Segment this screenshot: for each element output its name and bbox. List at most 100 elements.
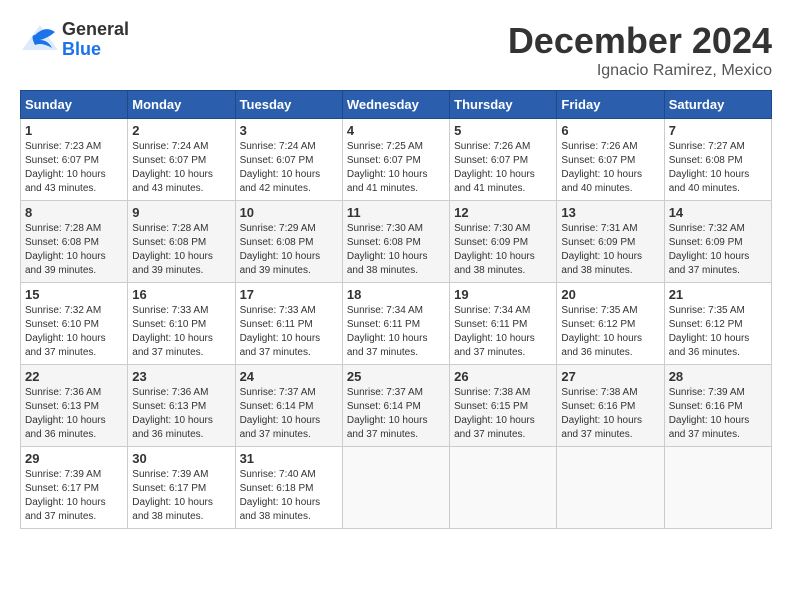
weekday-header-sunday: Sunday xyxy=(21,91,128,119)
day-number: 7 xyxy=(669,123,767,138)
day-number: 22 xyxy=(25,369,123,384)
calendar-cell: 1Sunrise: 7:23 AM Sunset: 6:07 PM Daylig… xyxy=(21,119,128,201)
day-number: 10 xyxy=(240,205,338,220)
day-number: 29 xyxy=(25,451,123,466)
day-info: Sunrise: 7:37 AM Sunset: 6:14 PM Dayligh… xyxy=(347,386,445,442)
day-info: Sunrise: 7:32 AM Sunset: 6:10 PM Dayligh… xyxy=(25,304,123,360)
day-info: Sunrise: 7:33 AM Sunset: 6:11 PM Dayligh… xyxy=(240,304,338,360)
month-title: December 2024 xyxy=(508,20,772,62)
calendar-cell: 24 Sunrise: 7:37 AM Sunset: 6:14 PM Dayli… xyxy=(235,365,342,447)
calendar-table: SundayMondayTuesdayWednesdayThursdayFrid… xyxy=(20,90,772,529)
day-info: Sunrise: 7:34 AM Sunset: 6:11 PM Dayligh… xyxy=(347,304,445,360)
day-info: Sunrise: 7:40 AM Sunset: 6:18 PM Dayligh… xyxy=(240,468,338,524)
day-info: Sunrise: 7:24 AM Sunset: 6:07 PM Dayligh… xyxy=(240,140,338,196)
calendar-cell: 15 Sunrise: 7:32 AM Sunset: 6:10 PM Dayli… xyxy=(21,283,128,365)
day-info: Sunrise: 7:25 AM Sunset: 6:07 PM Dayligh… xyxy=(347,140,445,196)
calendar-cell: 28 Sunrise: 7:39 AM Sunset: 6:16 PM Dayli… xyxy=(664,365,771,447)
day-info: Sunrise: 7:33 AM Sunset: 6:10 PM Dayligh… xyxy=(132,304,230,360)
calendar-cell: 12 Sunrise: 7:30 AM Sunset: 6:09 PM Dayli… xyxy=(450,201,557,283)
calendar-cell: 19 Sunrise: 7:34 AM Sunset: 6:11 PM Dayli… xyxy=(450,283,557,365)
day-number: 14 xyxy=(669,205,767,220)
day-info: Sunrise: 7:32 AM Sunset: 6:09 PM Dayligh… xyxy=(669,222,767,278)
calendar-cell: 14 Sunrise: 7:32 AM Sunset: 6:09 PM Dayli… xyxy=(664,201,771,283)
calendar-cell: 6Sunrise: 7:26 AM Sunset: 6:07 PM Daylig… xyxy=(557,119,664,201)
calendar-cell: 4 Sunrise: 7:25 AM Sunset: 6:07 PM Daylig… xyxy=(342,119,449,201)
logo-icon xyxy=(20,20,60,60)
day-info: Sunrise: 7:28 AM Sunset: 6:08 PM Dayligh… xyxy=(132,222,230,278)
day-number: 16 xyxy=(132,287,230,302)
day-info: Sunrise: 7:36 AM Sunset: 6:13 PM Dayligh… xyxy=(132,386,230,442)
day-number: 3 xyxy=(240,123,338,138)
day-number: 28 xyxy=(669,369,767,384)
calendar-cell: 8Sunrise: 7:28 AM Sunset: 6:08 PM Daylig… xyxy=(21,201,128,283)
day-number: 17 xyxy=(240,287,338,302)
calendar-week-row-1: 1Sunrise: 7:23 AM Sunset: 6:07 PM Daylig… xyxy=(21,119,772,201)
calendar-week-row-3: 15 Sunrise: 7:32 AM Sunset: 6:10 PM Dayli… xyxy=(21,283,772,365)
day-number: 27 xyxy=(561,369,659,384)
logo-blue-text: Blue xyxy=(62,40,129,60)
weekday-header-monday: Monday xyxy=(128,91,235,119)
day-info: Sunrise: 7:29 AM Sunset: 6:08 PM Dayligh… xyxy=(240,222,338,278)
calendar-cell xyxy=(450,447,557,529)
day-number: 6 xyxy=(561,123,659,138)
calendar-cell: 17 Sunrise: 7:33 AM Sunset: 6:11 PM Dayli… xyxy=(235,283,342,365)
day-number: 23 xyxy=(132,369,230,384)
day-number: 19 xyxy=(454,287,552,302)
day-info: Sunrise: 7:30 AM Sunset: 6:08 PM Dayligh… xyxy=(347,222,445,278)
day-info: Sunrise: 7:34 AM Sunset: 6:11 PM Dayligh… xyxy=(454,304,552,360)
calendar-cell: 18 Sunrise: 7:34 AM Sunset: 6:11 PM Dayli… xyxy=(342,283,449,365)
weekday-header-wednesday: Wednesday xyxy=(342,91,449,119)
calendar-cell: 23 Sunrise: 7:36 AM Sunset: 6:13 PM Dayli… xyxy=(128,365,235,447)
calendar-cell: 10 Sunrise: 7:29 AM Sunset: 6:08 PM Dayli… xyxy=(235,201,342,283)
day-info: Sunrise: 7:38 AM Sunset: 6:15 PM Dayligh… xyxy=(454,386,552,442)
day-number: 25 xyxy=(347,369,445,384)
calendar-cell xyxy=(664,447,771,529)
calendar-cell xyxy=(342,447,449,529)
day-info: Sunrise: 7:39 AM Sunset: 6:17 PM Dayligh… xyxy=(25,468,123,524)
calendar-cell: 9 Sunrise: 7:28 AM Sunset: 6:08 PM Daylig… xyxy=(128,201,235,283)
logo: General Blue xyxy=(20,20,129,60)
calendar-cell: 13 Sunrise: 7:31 AM Sunset: 6:09 PM Dayli… xyxy=(557,201,664,283)
day-number: 9 xyxy=(132,205,230,220)
calendar-cell: 7Sunrise: 7:27 AM Sunset: 6:08 PM Daylig… xyxy=(664,119,771,201)
location-subtitle: Ignacio Ramirez, Mexico xyxy=(508,62,772,80)
calendar-cell: 25 Sunrise: 7:37 AM Sunset: 6:14 PM Dayli… xyxy=(342,365,449,447)
day-info: Sunrise: 7:37 AM Sunset: 6:14 PM Dayligh… xyxy=(240,386,338,442)
logo-label: General Blue xyxy=(62,20,129,60)
calendar-cell xyxy=(557,447,664,529)
day-number: 4 xyxy=(347,123,445,138)
day-info: Sunrise: 7:39 AM Sunset: 6:16 PM Dayligh… xyxy=(669,386,767,442)
day-number: 21 xyxy=(669,287,767,302)
day-number: 18 xyxy=(347,287,445,302)
day-info: Sunrise: 7:30 AM Sunset: 6:09 PM Dayligh… xyxy=(454,222,552,278)
day-info: Sunrise: 7:39 AM Sunset: 6:17 PM Dayligh… xyxy=(132,468,230,524)
calendar-cell: 11Sunrise: 7:30 AM Sunset: 6:08 PM Dayli… xyxy=(342,201,449,283)
day-number: 13 xyxy=(561,205,659,220)
weekday-header-saturday: Saturday xyxy=(664,91,771,119)
calendar-cell: 21 Sunrise: 7:35 AM Sunset: 6:12 PM Dayli… xyxy=(664,283,771,365)
day-number: 24 xyxy=(240,369,338,384)
day-info: Sunrise: 7:35 AM Sunset: 6:12 PM Dayligh… xyxy=(561,304,659,360)
day-number: 2 xyxy=(132,123,230,138)
weekday-header-row: SundayMondayTuesdayWednesdayThursdayFrid… xyxy=(21,91,772,119)
page-header: General Blue December 2024 Ignacio Ramir… xyxy=(20,20,772,80)
day-number: 5 xyxy=(454,123,552,138)
day-info: Sunrise: 7:38 AM Sunset: 6:16 PM Dayligh… xyxy=(561,386,659,442)
day-number: 30 xyxy=(132,451,230,466)
day-info: Sunrise: 7:28 AM Sunset: 6:08 PM Dayligh… xyxy=(25,222,123,278)
day-number: 15 xyxy=(25,287,123,302)
day-number: 12 xyxy=(454,205,552,220)
weekday-header-tuesday: Tuesday xyxy=(235,91,342,119)
title-area: December 2024 Ignacio Ramirez, Mexico xyxy=(508,20,772,80)
calendar-cell: 16 Sunrise: 7:33 AM Sunset: 6:10 PM Dayli… xyxy=(128,283,235,365)
calendar-cell: 26 Sunrise: 7:38 AM Sunset: 6:15 PM Dayli… xyxy=(450,365,557,447)
logo-general-text: General xyxy=(62,20,129,40)
day-number: 1 xyxy=(25,123,123,138)
weekday-header-thursday: Thursday xyxy=(450,91,557,119)
calendar-cell: 5Sunrise: 7:26 AM Sunset: 6:07 PM Daylig… xyxy=(450,119,557,201)
day-info: Sunrise: 7:35 AM Sunset: 6:12 PM Dayligh… xyxy=(669,304,767,360)
calendar-week-row-4: 22 Sunrise: 7:36 AM Sunset: 6:13 PM Dayli… xyxy=(21,365,772,447)
day-number: 26 xyxy=(454,369,552,384)
calendar-cell: 27 Sunrise: 7:38 AM Sunset: 6:16 PM Dayli… xyxy=(557,365,664,447)
day-info: Sunrise: 7:31 AM Sunset: 6:09 PM Dayligh… xyxy=(561,222,659,278)
